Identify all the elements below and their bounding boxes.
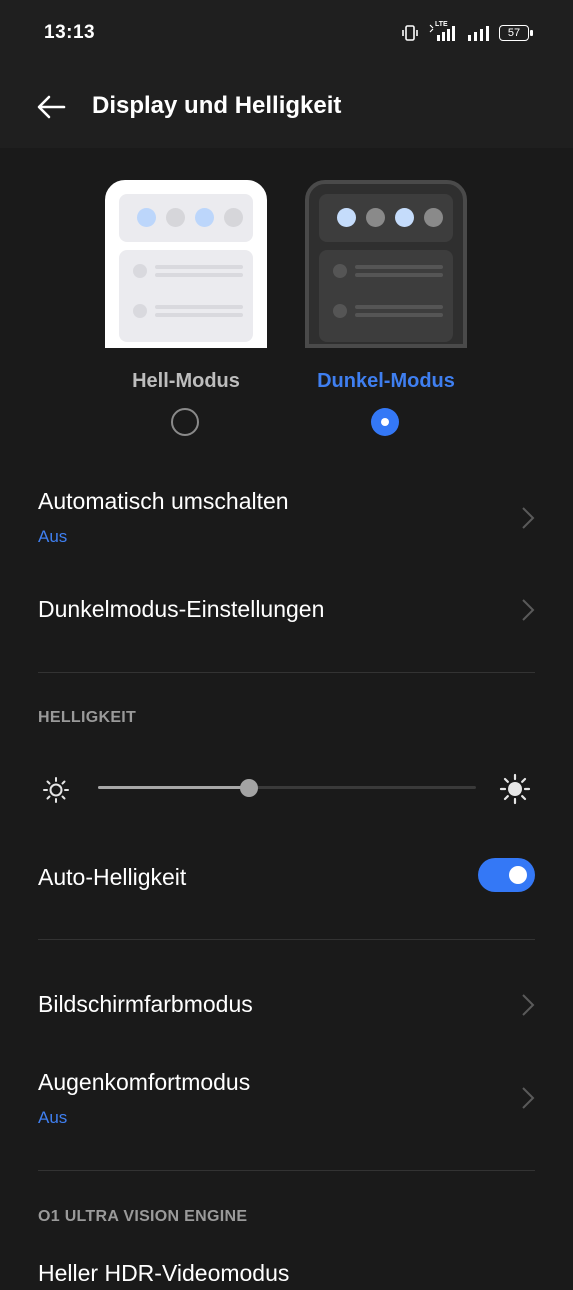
hdr-video-row[interactable]: Heller HDR-Videomodus: [38, 1260, 535, 1290]
status-time: 13:13: [44, 22, 96, 43]
toggle-knob: [509, 866, 527, 884]
chevron-right-icon: [522, 1087, 535, 1109]
light-mode-radio[interactable]: [171, 408, 199, 436]
dark-mode-settings-title: Dunkelmodus-Einstellungen: [38, 596, 325, 622]
brightness-high-icon: [499, 773, 531, 805]
screen-color-mode-title: Bildschirmfarbmodus: [38, 991, 253, 1017]
vibrate-icon: [402, 25, 418, 41]
status-icons: LTE 57: [401, 21, 533, 44]
brightness-thumb[interactable]: [240, 779, 259, 797]
brightness-fill: [98, 786, 250, 789]
eye-comfort-value: Aus: [38, 1108, 68, 1127]
brightness-slider[interactable]: [38, 770, 535, 806]
auto-switch-row[interactable]: Automatisch umschalten Aus: [38, 488, 535, 552]
divider: [38, 1170, 535, 1171]
chevron-right-icon: [522, 507, 535, 529]
dark-mode-option[interactable]: Dunkel-Modus: [305, 180, 467, 436]
chevron-right-icon: [522, 599, 535, 621]
dark-mode-preview[interactable]: [305, 180, 467, 348]
brightness-low-icon: [43, 777, 69, 803]
auto-brightness-toggle[interactable]: [478, 858, 535, 892]
battery-icon: 57: [499, 25, 533, 41]
eye-comfort-row[interactable]: Augenkomfortmodus Aus: [38, 1069, 535, 1133]
auto-brightness-label: Auto-Helligkeit: [38, 864, 187, 890]
cell-signal-icon: [468, 26, 489, 41]
dark-mode-radio[interactable]: [371, 408, 399, 436]
page-title: Display und Helligkeit: [92, 92, 342, 119]
eye-comfort-title: Augenkomfortmodus: [38, 1069, 251, 1095]
status-bar: 13:13 LTE 57: [0, 0, 573, 64]
light-mode-preview[interactable]: [105, 180, 267, 348]
battery-level: 57: [507, 27, 521, 39]
divider: [38, 939, 535, 940]
screen-color-mode-row[interactable]: Bildschirmfarbmodus: [38, 991, 535, 1021]
divider: [38, 672, 535, 673]
hdr-video-title: Heller HDR-Videomodus: [38, 1260, 290, 1286]
auto-switch-title: Automatisch umschalten: [38, 488, 289, 514]
light-mode-option[interactable]: Hell-Modus: [105, 180, 267, 436]
app-header: Display und Helligkeit: [0, 64, 573, 148]
vision-engine-section-title: O1 ULTRA VISION ENGINE: [38, 1208, 248, 1225]
chevron-right-icon: [522, 994, 535, 1016]
auto-brightness-row: Auto-Helligkeit: [38, 858, 535, 894]
dark-mode-settings-row[interactable]: Dunkelmodus-Einstellungen: [38, 596, 535, 626]
light-mode-label: Hell-Modus: [132, 370, 240, 392]
back-arrow-icon[interactable]: [34, 90, 68, 124]
brightness-section-title: HELLIGKEIT: [38, 709, 137, 726]
cell-signal-lte-icon: LTE: [427, 21, 459, 42]
brightness-track[interactable]: [98, 779, 476, 797]
auto-switch-value: Aus: [38, 527, 68, 546]
dark-mode-label: Dunkel-Modus: [317, 370, 455, 392]
